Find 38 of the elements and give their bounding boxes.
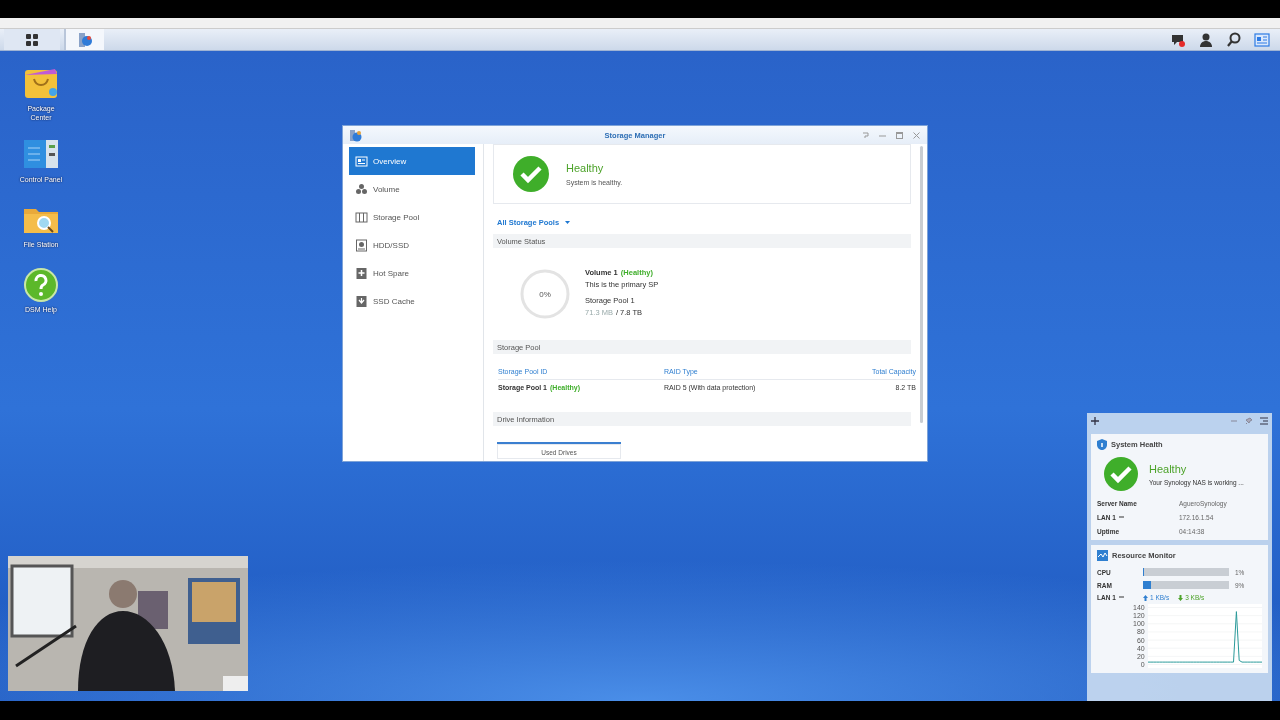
caret-icon[interactable] <box>1118 516 1124 519</box>
plus-icon <box>355 266 368 280</box>
maximize-icon[interactable] <box>895 130 904 140</box>
usage-percent: 0% <box>539 289 551 299</box>
close-icon[interactable] <box>912 130 921 140</box>
sidebar-item[interactable]: Hot Spare <box>349 259 475 287</box>
caret-icon <box>564 220 572 225</box>
sidebar-item[interactable]: Volume <box>349 175 475 203</box>
health-status: Healthy <box>566 162 605 174</box>
caret-icon[interactable] <box>1118 596 1124 599</box>
pin-icon[interactable] <box>1245 417 1253 425</box>
sidebar-item[interactable]: SSD Cache <box>349 287 475 315</box>
check-icon <box>512 155 550 193</box>
sidebar-item[interactable]: HDD/SSD <box>349 231 475 259</box>
check-icon <box>1103 456 1139 492</box>
circles-icon <box>355 182 368 196</box>
columns-icon <box>355 210 368 224</box>
help-icon[interactable] <box>22 266 60 302</box>
grid-icon <box>25 32 39 47</box>
menu-icon[interactable] <box>1260 417 1268 425</box>
usage-ring <box>519 268 571 320</box>
storage-manager-taskbar-button[interactable] <box>64 29 104 50</box>
sidebar-item[interactable]: Overview <box>349 147 475 175</box>
sidebar-item[interactable]: Storage Pool <box>349 203 475 231</box>
health-status: Healthy <box>1149 462 1188 475</box>
upload-icon <box>1143 594 1148 601</box>
search-icon[interactable] <box>1226 31 1242 48</box>
main-menu-button[interactable] <box>4 29 60 50</box>
user-icon[interactable] <box>1198 31 1214 48</box>
download-icon <box>355 294 368 308</box>
monitor-icon <box>1097 550 1108 561</box>
overview-icon <box>355 154 368 168</box>
storage-app-icon <box>77 31 93 48</box>
shield-icon <box>1097 439 1107 450</box>
download-icon <box>1178 594 1184 601</box>
storage-app-icon <box>349 128 362 142</box>
widgets-icon[interactable] <box>1254 31 1270 48</box>
add-icon[interactable] <box>1091 417 1099 425</box>
